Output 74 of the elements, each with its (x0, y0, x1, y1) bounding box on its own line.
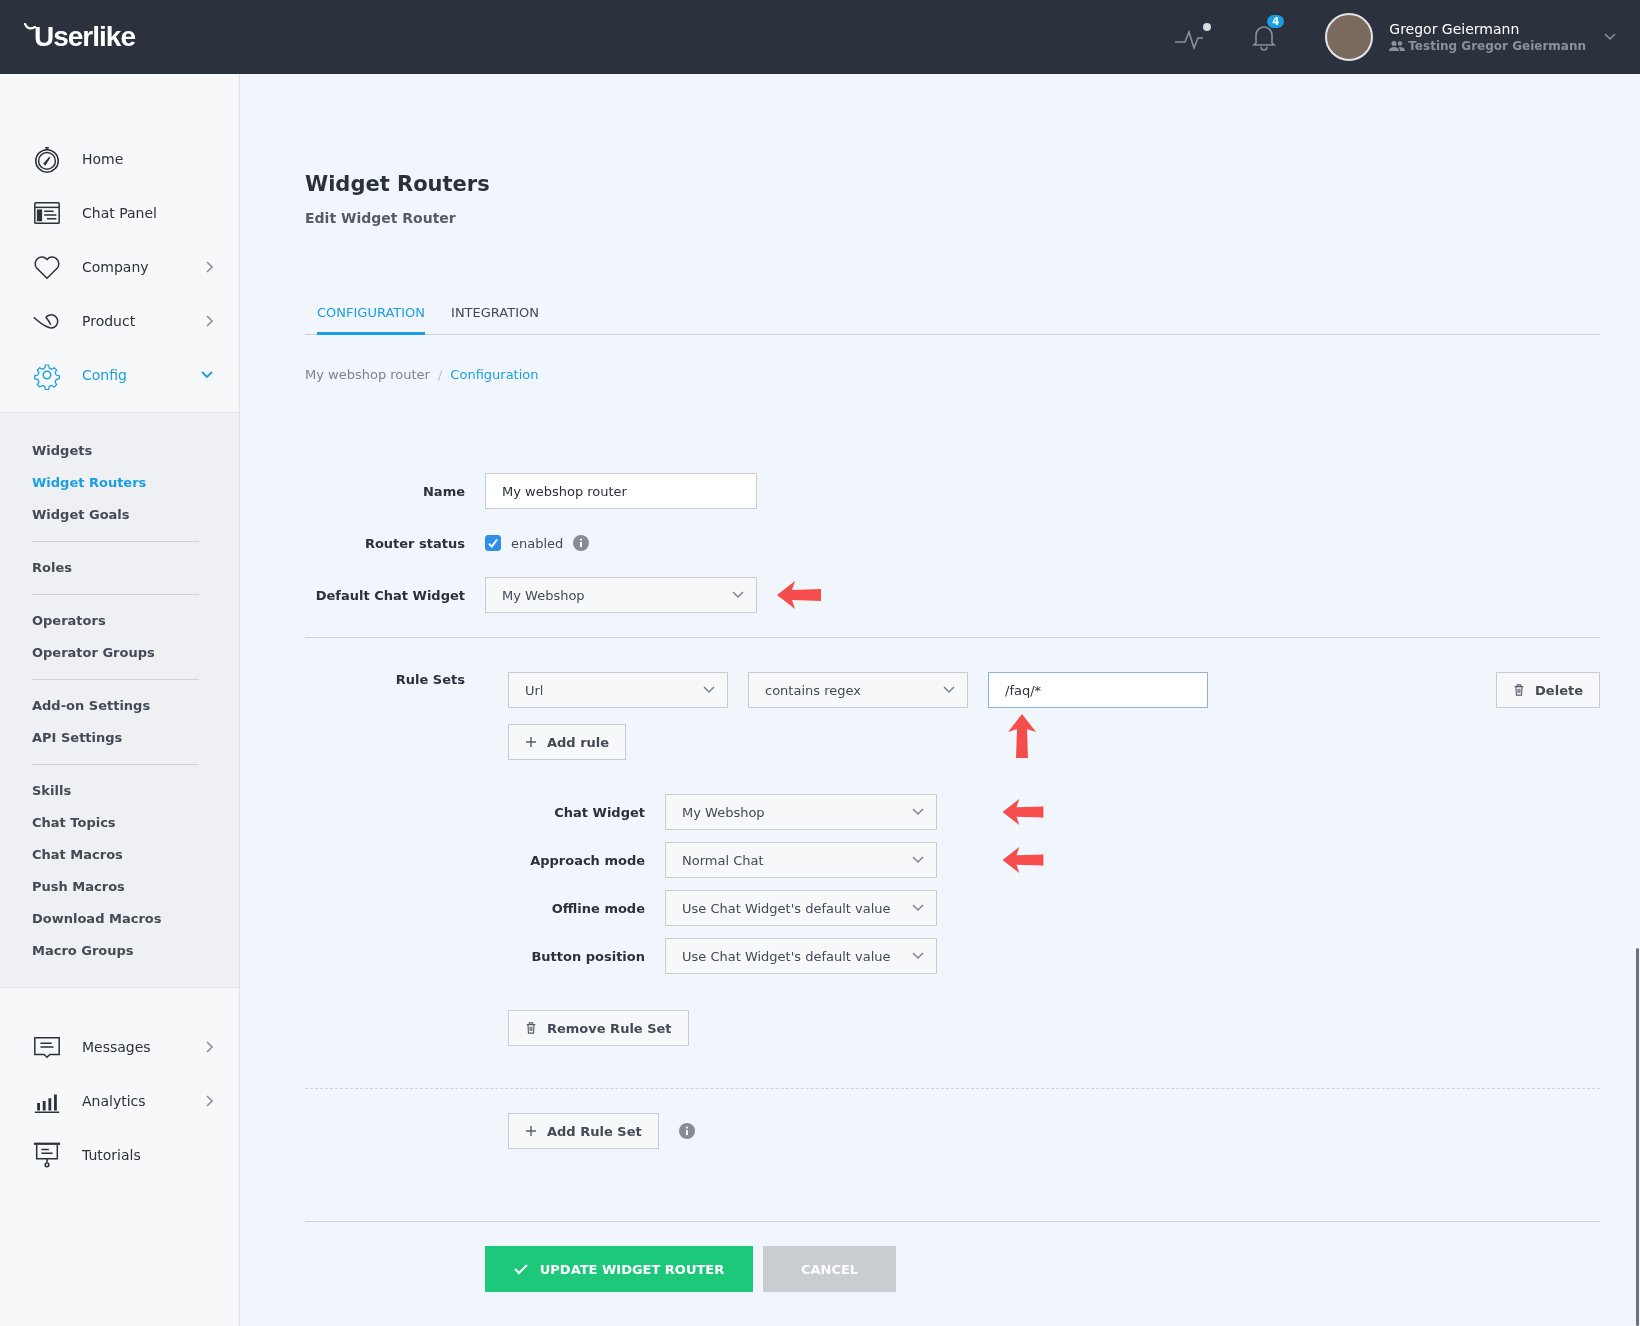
caret-icon (912, 856, 924, 864)
presentation-board-icon (32, 1140, 62, 1170)
name-input[interactable]: My webshop router (485, 473, 757, 509)
activity-pulse-icon[interactable] (1173, 22, 1214, 52)
page-title: Widget Routers (305, 172, 491, 196)
scrollbar[interactable] (1636, 948, 1639, 1326)
delete-button[interactable]: Delete (1496, 672, 1600, 708)
checkbox[interactable] (485, 535, 501, 551)
field-label: Default Chat Widget (314, 587, 465, 603)
submenu-item[interactable]: Download Macros (32, 903, 199, 935)
sidebar-item[interactable]: Product (0, 294, 239, 348)
submenu-item[interactable]: Operators (32, 605, 199, 637)
user-name[interactable]: Gregor Geiermann (1389, 21, 1586, 37)
trash-icon (525, 1022, 537, 1034)
submenu-item[interactable]: Add-on Settings (32, 690, 199, 722)
submenu-item[interactable]: Roles (32, 552, 199, 584)
trash-icon (1513, 684, 1526, 696)
rule-operator-select[interactable]: contains regex (748, 672, 968, 708)
breadcrumb-separator: / (437, 367, 443, 382)
account-name: Testing Gregor Geiermann (1408, 39, 1586, 53)
submenu-item[interactable]: API Settings (32, 722, 199, 754)
dropdown-select[interactable]: Use Chat Widget's default value (665, 938, 937, 974)
tab[interactable]: INTEGRATION (451, 303, 539, 335)
sidebar-item[interactable]: Analytics (0, 1074, 239, 1128)
info-icon[interactable] (573, 535, 590, 551)
field-label: Offline mode (550, 900, 645, 916)
field-label: Rule Sets (394, 672, 465, 689)
submenu-item[interactable]: Skills (32, 775, 199, 807)
remove-rule-set-button[interactable]: Remove Rule Set (508, 1010, 689, 1046)
submenu-item[interactable]: Push Macros (32, 871, 199, 903)
sidebar-item[interactable]: Home (0, 132, 239, 186)
compass-icon (32, 144, 62, 174)
rule-value-input[interactable]: /faq/* (988, 672, 1208, 708)
rule-field-select[interactable]: Url (508, 672, 728, 708)
add-rule-button[interactable]: Add rule (508, 724, 627, 760)
field-label: Chat Widget (553, 804, 645, 820)
field-label: Approach mode (529, 852, 645, 868)
sidebar-item[interactable]: Tutorials (0, 1128, 239, 1182)
add-rule-set-button[interactable]: Add Rule Set (508, 1113, 659, 1149)
sidebar-item[interactable]: Chat Panel (0, 186, 239, 240)
submenu-item[interactable]: Chat Macros (32, 839, 199, 871)
logo-swoosh-icon (24, 23, 36, 33)
plus-icon (525, 1125, 537, 1137)
default-widget-select[interactable]: My Webshop (485, 577, 757, 613)
caret-icon[interactable] (1604, 33, 1616, 41)
caret-icon (943, 686, 955, 694)
field-label: Button position (530, 948, 645, 964)
checkbox-label: enabled (511, 535, 564, 551)
caret-icon (912, 952, 924, 960)
page-subtitle: Edit Widget Router (305, 210, 457, 226)
field-label: Name (422, 483, 465, 499)
sidebar-item[interactable]: Messages (0, 1020, 239, 1074)
plus-icon (525, 736, 537, 748)
submenu-item[interactable]: Macro Groups (32, 935, 199, 967)
breadcrumb-link[interactable]: My webshop router (305, 367, 430, 382)
submenu-item[interactable]: Operator Groups (32, 637, 199, 669)
info-icon[interactable] (678, 1123, 695, 1139)
field-label: Router status (363, 535, 465, 551)
people-icon (1389, 40, 1406, 52)
avatar-photo-placeholder[interactable] (1325, 13, 1374, 61)
notification-badge: 4 (1267, 15, 1285, 28)
dropdown-select[interactable]: Normal Chat (665, 842, 937, 878)
caret-icon (912, 904, 924, 912)
submenu-item[interactable]: Widgets (32, 435, 199, 467)
submenu-item[interactable]: Widget Goals (32, 499, 199, 531)
bell-icon[interactable] (1251, 23, 1278, 51)
sidebar-item[interactable]: Company (0, 240, 239, 294)
caret-icon (703, 686, 715, 694)
caret-icon (912, 808, 924, 816)
caret-icon (732, 591, 744, 599)
checkmark-icon (513, 1263, 528, 1275)
submenu-item[interactable]: Chat Topics (32, 807, 199, 839)
dropdown-select[interactable]: Use Chat Widget's default value (665, 890, 937, 926)
dropdown-select[interactable]: My Webshop (665, 794, 937, 830)
